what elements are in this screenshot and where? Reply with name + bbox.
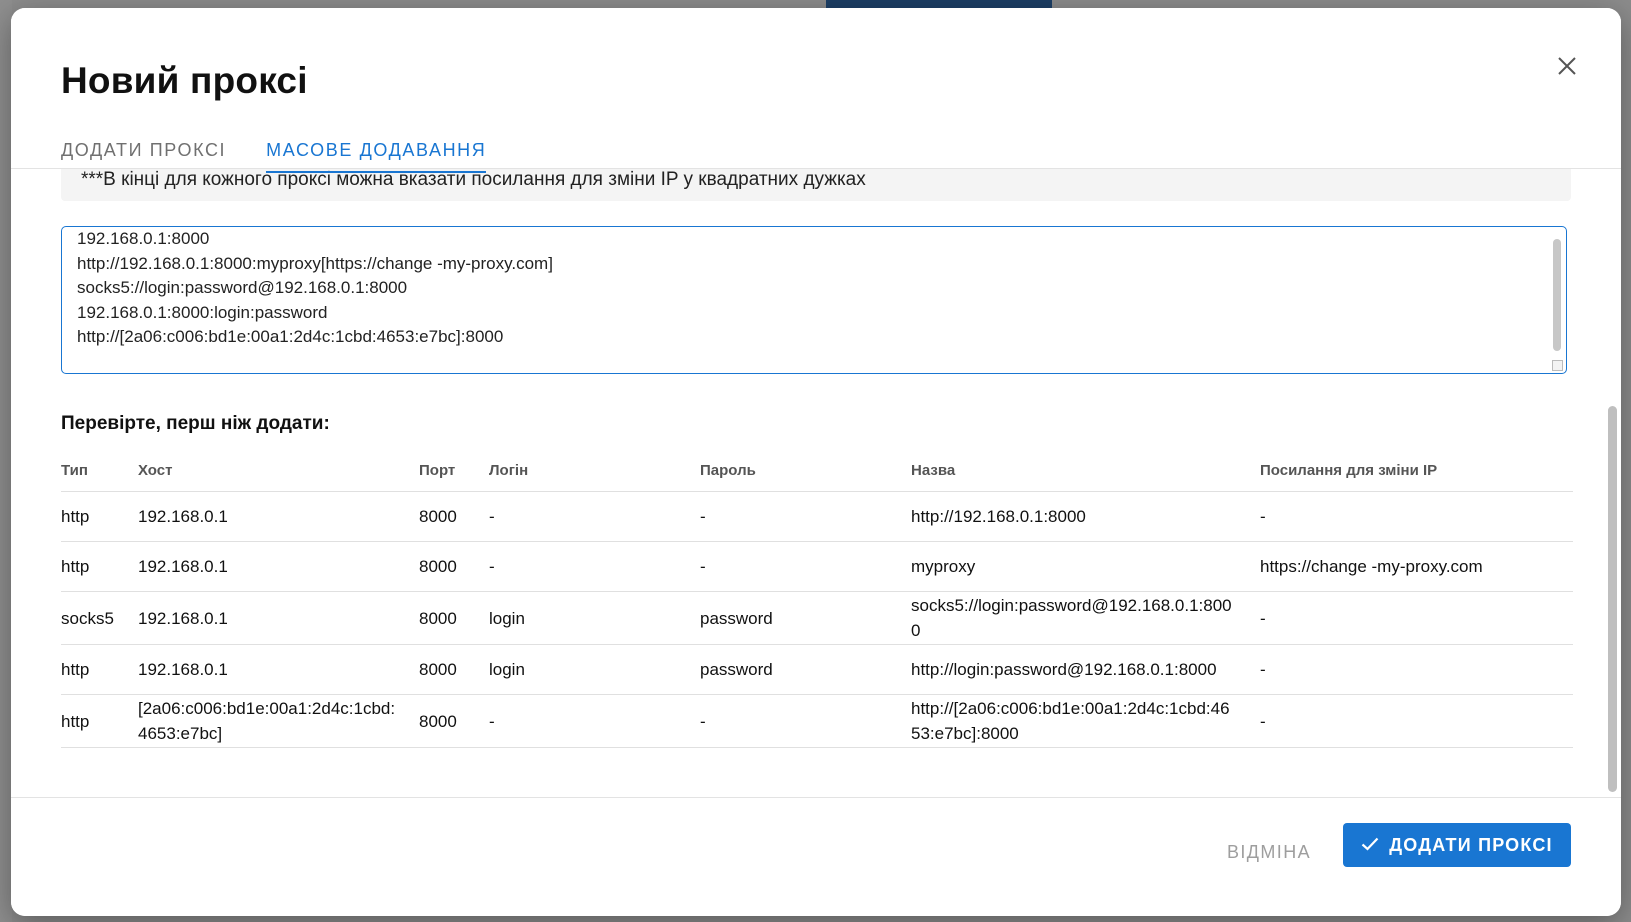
cell-port: 8000 — [419, 591, 489, 645]
tab-bulk-add[interactable]: МАСОВЕ ДОДАВАННЯ — [266, 126, 487, 173]
cell-host: 192.168.0.1 — [138, 644, 419, 695]
new-proxy-dialog: Новий проксі ДОДАТИ ПРОКСІ МАСОВЕ ДОДАВА… — [11, 8, 1621, 916]
cell-port: 8000 — [419, 694, 489, 748]
cell-host: 192.168.0.1 — [138, 541, 419, 592]
cell-login: - — [489, 491, 700, 542]
cell-name: http://login:password@192.168.0.1:8000 — [911, 644, 1260, 695]
textarea-content: 192.168.0.1:8000 http://192.168.0.1:8000… — [77, 227, 553, 350]
dialog-body: ***В кінці для кожного проксі можна вказ… — [11, 169, 1621, 803]
background-top-bar — [826, 0, 1052, 8]
cell-login: login — [489, 591, 700, 645]
cell-port: 8000 — [419, 644, 489, 695]
cell-type: http — [61, 694, 138, 748]
dialog-header: Новий проксі ДОДАТИ ПРОКСІ МАСОВЕ ДОДАВА… — [11, 8, 1621, 173]
cell-ip-change-link: - — [1260, 591, 1573, 645]
cell-name: http://192.168.0.1:8000 — [911, 491, 1260, 542]
cell-name: socks5://login:password@192.168.0.1:800 … — [911, 591, 1260, 645]
cell-login: - — [489, 694, 700, 748]
cell-ip-change-link: - — [1260, 694, 1573, 748]
textarea-line: http://[2a06:c006:bd1e:00a1:2d4c:1cbd:46… — [77, 327, 504, 346]
cell-password: password — [700, 591, 911, 645]
table-row: http 192.168.0.1 8000- - http://192.168.0.1:… — [61, 491, 1573, 542]
dialog-scrollbar[interactable] — [1608, 406, 1617, 792]
close-icon — [1557, 56, 1577, 81]
cell-password: - — [700, 541, 911, 592]
check-icon — [1361, 835, 1379, 856]
column-header-password: Пароль — [700, 449, 911, 492]
cell-ip-change-link: https://change -my-proxy.com — [1260, 541, 1573, 592]
textarea-line: socks5://login:password@192.168.0.1:8000 — [77, 278, 408, 297]
table-row: socks5 192.168.0.1 8000 login password socks5… — [61, 591, 1573, 645]
column-header-name: Назва — [911, 449, 1260, 492]
cell-host: 192.168.0.1 — [138, 591, 419, 645]
cell-name: http://[2a06:c006:bd1e:00a1:2d4c:1cbd:46… — [911, 694, 1260, 748]
cell-type: http — [61, 644, 138, 695]
close-button[interactable] — [1553, 54, 1581, 82]
textarea-line: http://192.168.0.1:8000:myproxy[https://… — [77, 253, 553, 273]
dialog-footer: ВІДМІНА ДОДАТИ ПРОКСІ — [11, 797, 1621, 916]
cell-type: http — [61, 491, 138, 542]
add-proxy-button[interactable]: ДОДАТИ ПРОКСІ — [1343, 823, 1571, 867]
cell-login: - — [489, 541, 700, 592]
column-header-ip-change-link: Посилання для зміни IP — [1260, 449, 1573, 492]
table-header-row: Тип Хост Порт Логін Пароль Назва Посилан… — [61, 449, 1573, 492]
textarea-resize-handle[interactable] — [1552, 360, 1563, 371]
cell-port: 8000 — [419, 541, 489, 592]
cell-type: http — [61, 541, 138, 592]
cell-ip-change-link: - — [1260, 491, 1573, 542]
column-header-host: Хост — [138, 449, 419, 492]
cancel-button[interactable]: ВІДМІНА — [1213, 830, 1325, 874]
preview-title: Перевірте, перш ніж додати: — [61, 413, 330, 434]
column-header-type: Тип — [61, 449, 138, 492]
textarea-line: 192.168.0.1:8000 — [77, 229, 210, 248]
cell-name: myproxy — [911, 541, 1260, 592]
column-header-port: Порт — [419, 449, 489, 492]
dialog-tabs: ДОДАТИ ПРОКСІ МАСОВЕ ДОДАВАННЯ — [61, 126, 526, 173]
textarea-scrollbar[interactable] — [1553, 239, 1561, 351]
cell-port: 8000 — [419, 491, 489, 542]
table-row: http [2a06:c006:bd1e:00a1:2d4c:1cbd: 4653… — [61, 694, 1573, 748]
cell-password: - — [700, 694, 911, 748]
table-row: http 192.168.0.1 8000 login password http://l… — [61, 644, 1573, 695]
cell-password: password — [700, 644, 911, 695]
dialog-title: Новий проксі — [61, 60, 308, 101]
info-note: ***В кінці для кожного проксі можна вказ… — [61, 169, 1571, 201]
cell-type: socks5 — [61, 591, 138, 645]
cell-host: [2a06:c006:bd1e:00a1:2d4c:1cbd: 4653:e7b… — [138, 694, 419, 748]
textarea-line: 192.168.0.1:8000:login:password — [77, 302, 328, 322]
cell-host: 192.168.0.1 — [138, 491, 419, 542]
cell-password: - — [700, 491, 911, 542]
tab-add-proxy[interactable]: ДОДАТИ ПРОКСІ — [61, 126, 226, 173]
cell-ip-change-link: - — [1260, 644, 1573, 695]
cell-login: login — [489, 644, 700, 695]
column-header-login: Логін — [489, 449, 700, 492]
table-row: http 192.168.0.1 8000- - myproxy https://chan… — [61, 541, 1573, 592]
bulk-proxy-textarea[interactable]: 192.168.0.1:8000 http://192.168.0.1:8000… — [61, 226, 1567, 374]
preview-table: Тип Хост Порт Логін Пароль Назва Посилан… — [61, 449, 1573, 748]
add-proxy-button-label: ДОДАТИ ПРОКСІ — [1389, 834, 1553, 855]
